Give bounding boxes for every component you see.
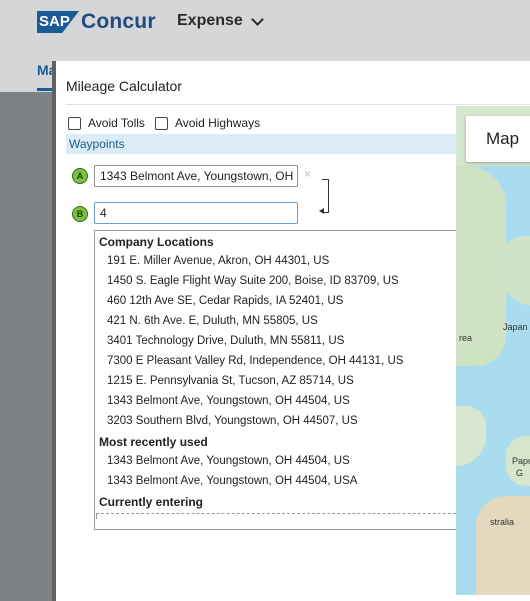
suggestion-item[interactable]: 3401 Technology Drive, Duluth, MN 55811,… (95, 331, 475, 351)
waypoints-header: Waypoints (66, 134, 456, 154)
avoid-tolls-label: Avoid Tolls (88, 116, 145, 130)
suggestion-item[interactable]: 460 12th Ave SE, Cedar Rapids, IA 52401,… (95, 291, 475, 311)
waypoint-b-marker-icon: B (72, 206, 88, 222)
avoid-tolls-checkbox[interactable] (68, 116, 81, 130)
suggestion-item[interactable]: 191 E. Miller Avenue, Akron, OH 44301, U… (95, 251, 475, 271)
current-entry-item[interactable] (96, 513, 476, 519)
concur-wordmark: Concur (81, 10, 156, 33)
map-panel[interactable]: Japan rea Papu G stralia Map (456, 106, 530, 595)
suggestion-item[interactable]: 7300 E Pleasant Valley Rd, Independence,… (95, 351, 475, 371)
suggestion-list: Company Locations 191 E. Miller Avenue, … (95, 231, 476, 519)
waypoint-b-input[interactable]: 4 (94, 202, 298, 224)
waypoint-a-input[interactable]: 1343 Belmont Ave, Youngstown, OH (94, 165, 298, 187)
suggestion-item[interactable]: 1343 Belmont Ave, Youngstown, OH 44504, … (95, 391, 475, 411)
map-label-papua: Papu (512, 456, 530, 466)
avoid-tolls-option[interactable]: Avoid Tolls (68, 116, 145, 130)
map-label-guinea: G (516, 468, 524, 478)
suggestion-item[interactable]: 3203 Southern Blvd, Youngstown, OH 44507… (95, 411, 475, 431)
chevron-down-icon (250, 12, 264, 26)
group-company-locations: Company Locations (99, 235, 214, 249)
dialog-title: Mileage Calculator (66, 78, 182, 94)
sap-concur-logo[interactable]: SAP Concur (37, 10, 156, 33)
title-divider (66, 104, 530, 105)
reorder-arrow-icon (319, 208, 324, 214)
sap-logo: SAP (37, 11, 79, 33)
map-type-button[interactable]: Map (466, 116, 530, 162)
map-label-korea: rea (459, 333, 473, 343)
expense-menu-label: Expense (177, 12, 243, 29)
suggestion-item[interactable]: 1343 Belmont Ave, Youngstown, OH 44504, … (95, 451, 475, 471)
address-suggestions-dropdown: Company Locations 191 E. Miller Avenue, … (94, 230, 494, 530)
avoid-highways-checkbox[interactable] (154, 116, 168, 130)
route-options: Avoid Tolls Avoid Highways (68, 116, 270, 130)
suggestion-item[interactable]: 1343 Belmont Ave, Youngstown, OH 44504, … (95, 471, 475, 491)
map-label-japan: Japan (503, 322, 528, 332)
group-most-recently-used: Most recently used (99, 435, 208, 449)
clear-waypoint-a-icon[interactable]: × (304, 167, 311, 181)
suggestion-item[interactable]: 1450 S. Eagle Flight Way Suite 200, Bois… (95, 271, 475, 291)
suggestion-item[interactable]: 421 N. 6th Ave. E, Duluth, MN 55805, US (95, 311, 475, 331)
avoid-highways-option[interactable]: Avoid Highways (154, 116, 261, 130)
map-land (476, 496, 530, 595)
expense-menu[interactable]: Expense (177, 12, 264, 30)
map-label-australia: stralia (490, 517, 515, 527)
waypoint-a-marker-icon: A (72, 168, 88, 184)
group-currently-entering: Currently entering (99, 495, 204, 509)
avoid-highways-label: Avoid Highways (174, 116, 261, 130)
suggestion-item[interactable]: 1215 E. Pennsylvania St, Tucson, AZ 8571… (95, 371, 475, 391)
